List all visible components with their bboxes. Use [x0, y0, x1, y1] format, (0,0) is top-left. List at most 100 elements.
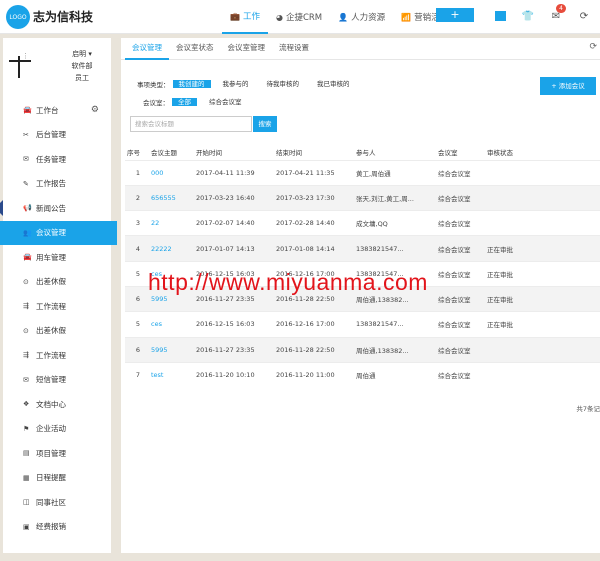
cell-room: 综合会议室 [436, 285, 485, 312]
cell-status: 正在审批 [485, 311, 600, 338]
flow-icon: ⇶ [23, 351, 29, 360]
cell-topic[interactable]: ces [149, 311, 194, 338]
task-icon: ✉ [23, 155, 29, 164]
refresh-icon[interactable]: ⟳ [589, 42, 597, 52]
room-filter: 会议室： 全部 综合会议室 [143, 96, 254, 108]
sms-icon: ✉ [23, 375, 29, 384]
sidebar-item-label: 经费报销 [36, 522, 66, 532]
sidebar-item-5[interactable]: 👥 会议管理 [0, 220, 117, 245]
header-room: 会议室 [438, 148, 458, 157]
sidebar-item-label: 工作流程 [36, 301, 66, 311]
project-icon: ▤ [23, 449, 30, 458]
table-header: 序号 会议主题 开始时间 结束时间 参与人 会议室 审核状态 [125, 144, 600, 160]
mail-icon[interactable]: ✉ 4 [542, 4, 570, 24]
cell-no: 1 [125, 159, 149, 186]
top-bar: LOGO 志为信科技 💼 工作 ◕ 企捷CRM 👤 人力资源 📶 营销活动 + 👕 ✉ 4 ⟳ … [0, 0, 600, 34]
type-option-1[interactable]: 我参与的 [217, 80, 255, 88]
cell-attendees: 周伯通,138382... [354, 336, 436, 363]
sidebar-item-9[interactable]: ⊙ 出差休假 [3, 319, 111, 344]
refresh-icon[interactable]: ⟳ [570, 8, 598, 24]
sidebar-item-11[interactable]: ✉ 短信管理 [3, 368, 111, 393]
sidebar-item-label: 工作报告 [36, 179, 66, 189]
tab-0[interactable]: 会议管理 [125, 38, 169, 60]
table-row[interactable]: 4 22222 2017-01-07 14:13 2017-01-08 14:14 13… [125, 235, 600, 262]
cell-topic[interactable]: 22 [149, 210, 194, 236]
sidebar-item-label: 任务管理 [36, 154, 66, 164]
search-input[interactable] [130, 116, 252, 132]
type-option-0[interactable]: 我创建的 [172, 80, 211, 88]
gear-icon[interactable]: ⚙ [91, 105, 99, 115]
sidebar-item-4[interactable]: 📢 新闻公告 [0, 196, 111, 221]
sidebar-item-2[interactable]: ✉ 任务管理 [3, 147, 111, 172]
tab-1[interactable]: 会议室状态 [169, 38, 221, 60]
sidebar-item-15[interactable]: ▦ 日程提醒 [3, 466, 111, 491]
sidebar: ⋮ 启明 ▾ 软件部 员工 🚘 工作台 ⚙ ✂ 后台管理 ✉ 任务管理 ✎ 工作报告 📢 新闻公告 👥… [0, 38, 117, 553]
user-profile: ⋮ 启明 ▾ 软件部 员工 [3, 38, 111, 94]
user-dept: 软件部 [71, 62, 93, 70]
sidebar-item-13[interactable]: ⚑ 企业活动 [3, 417, 111, 442]
topnav-item-1[interactable]: ◕ 企捷CRM [268, 0, 330, 34]
topnav-item-2[interactable]: 👤 人力资源 [330, 0, 393, 34]
sidebar-item-6[interactable]: 🚘 用车管理 [3, 245, 111, 270]
table-row[interactable]: 6 5995 2016-11-27 23:35 2016-11-28 22:50 周伯通… [125, 336, 600, 363]
cell-no: 6 [125, 285, 149, 312]
table-row[interactable]: 5 ces 2016-12-15 16:03 2016-12-16 17:00 1383… [125, 311, 600, 338]
watermark: http://www.miyuanma.com [148, 269, 428, 295]
cell-start: 2016-11-20 10:10 [194, 361, 274, 388]
cell-end: 2017-04-21 11:35 [274, 159, 354, 186]
shirt-icon[interactable]: 👕 [514, 8, 542, 24]
tab-3[interactable]: 流程设置 [272, 38, 316, 60]
sidebar-item-14[interactable]: ▤ 项目管理 [3, 441, 111, 466]
sidebar-item-label: 项目管理 [36, 448, 66, 458]
add-meeting-button[interactable]: + 添加会议 [540, 77, 596, 95]
user-name[interactable]: 启明 ▾ [67, 48, 97, 60]
cell-no: 4 [125, 235, 149, 262]
topnav-item-0[interactable]: 💼 工作 [222, 0, 268, 34]
avatar[interactable]: ⋮ [9, 52, 33, 78]
cell-topic[interactable]: test [149, 361, 194, 388]
cell-status: 正在审批 [485, 285, 600, 312]
header-no: 序号 [127, 148, 140, 157]
sidebar-item-label: 出差休假 [36, 277, 66, 287]
briefcase-icon: 💼 [230, 11, 240, 21]
table-row[interactable]: 3 22 2017-02-07 14:40 2017-02-28 14:40 成文墉,Q… [125, 210, 600, 236]
sidebar-item-16[interactable]: ◫ 同事社区 [3, 490, 111, 515]
expense-icon: ▣ [23, 522, 30, 531]
cell-end: 2017-01-08 14:14 [274, 235, 354, 262]
room-filter-label: 会议室： [143, 99, 169, 107]
search-button[interactable]: 搜索 [253, 116, 277, 132]
sidebar-item-8[interactable]: ⇶ 工作流程 [3, 294, 111, 319]
cell-status [485, 336, 600, 363]
app-grid-icon[interactable] [486, 8, 514, 24]
table-row[interactable]: 7 test 2016-11-20 10:10 2016-11-20 11:00 周伯通… [125, 361, 600, 388]
sidebar-item-1[interactable]: ✂ 后台管理 [3, 123, 111, 148]
cell-topic[interactable]: 656555 [149, 184, 194, 211]
header-end: 结束时间 [276, 148, 302, 157]
sidebar-item-12[interactable]: ❖ 文档中心 [3, 392, 111, 417]
sidebar-menu: 🚘 工作台 ⚙ ✂ 后台管理 ✉ 任务管理 ✎ 工作报告 📢 新闻公告 👥 会议管理 🚘 用车管理 ⊙ 出差休假… [0, 98, 117, 540]
tab-2[interactable]: 会议室管理 [221, 38, 273, 60]
sidebar-item-17[interactable]: ▣ 经费报销 [3, 515, 111, 540]
cell-topic[interactable]: 000 [149, 159, 194, 186]
sidebar-item-label: 新闻公告 [36, 203, 66, 213]
sidebar-item-0[interactable]: 🚘 工作台 ⚙ [3, 98, 111, 123]
sidebar-item-3[interactable]: ✎ 工作报告 [3, 172, 111, 197]
cell-room: 综合会议室 [436, 235, 485, 262]
create-button[interactable]: + [436, 8, 474, 22]
table-row[interactable]: 1 000 2017-04-11 11:39 2017-04-21 11:35 黄工,周… [125, 159, 600, 186]
type-option-2[interactable]: 待我审核的 [261, 80, 306, 88]
cell-topic[interactable]: 22222 [149, 235, 194, 262]
type-option-3[interactable]: 我已审核的 [311, 80, 356, 88]
mail-badge: 4 [556, 4, 566, 13]
sidebar-item-7[interactable]: ⊙ 出差休假 [3, 270, 111, 295]
room-option-1[interactable]: 综合会议室 [203, 98, 248, 106]
sidebar-item-10[interactable]: ⇶ 工作流程 [3, 343, 111, 368]
cell-start: 2017-02-07 14:40 [194, 210, 274, 236]
pie-chart-icon: ◕ [275, 12, 283, 22]
cell-start: 2016-11-27 23:35 [194, 336, 274, 363]
room-option-0[interactable]: 全部 [172, 98, 197, 106]
cell-attendees: 成文墉,QQ [354, 210, 436, 236]
cell-topic[interactable]: 5995 [149, 336, 194, 363]
table-row[interactable]: 2 656555 2017-03-23 16:40 2017-03-23 17:30 张… [125, 184, 600, 211]
sidebar-item-label: 日程提醒 [36, 473, 66, 483]
